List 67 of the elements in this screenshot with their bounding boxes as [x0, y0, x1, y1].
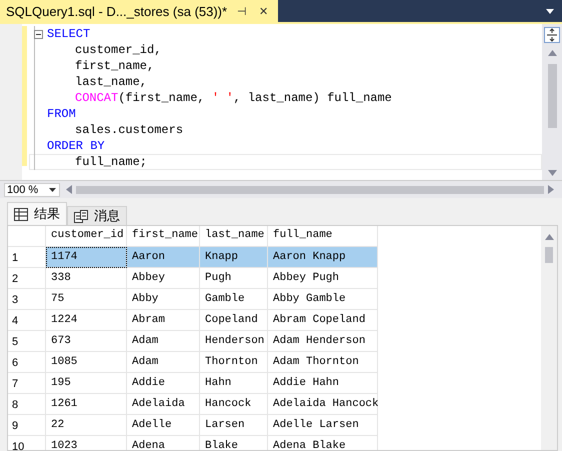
code-line: customer_id,	[75, 43, 162, 57]
table-cell: 673	[46, 331, 127, 352]
table-cell: 1261	[46, 394, 127, 415]
table-cell: Abbey	[127, 268, 200, 289]
scroll-up-icon[interactable]	[544, 234, 554, 240]
table-cell: Adelle	[127, 415, 200, 436]
document-icon	[74, 210, 88, 222]
table-cell: Abby Gamble	[268, 289, 378, 310]
table-cell: 338	[46, 268, 127, 289]
code-line: FROM	[47, 107, 76, 121]
zoom-dropdown[interactable]: 100 %	[4, 182, 60, 196]
close-button[interactable]: ✕	[257, 4, 270, 18]
code-line: SELECT	[47, 27, 90, 41]
table-cell: Henderson	[200, 331, 268, 352]
scroll-up-icon[interactable]	[548, 50, 556, 56]
table-cell: Adam Thornton	[268, 352, 378, 373]
table-cell: Pugh	[200, 268, 268, 289]
document-title: SQLQuery1.sql - D..._stores (sa (53))*	[6, 4, 228, 18]
code-line: first_name,	[75, 59, 154, 73]
result-tab[interactable]: 结果	[7, 202, 67, 225]
table-cell: Aaron Knapp	[268, 247, 378, 268]
pin-button[interactable]: ⊣	[235, 4, 250, 18]
table-cell: Gamble	[200, 289, 268, 310]
table-cell: Abby	[127, 289, 200, 310]
scrollbar-thumb[interactable]	[545, 247, 553, 263]
table-cell: Adelaida	[127, 394, 200, 415]
table-cell: Adelle Larsen	[268, 415, 378, 436]
table-cell: Copeland	[200, 310, 268, 331]
code-line: full_name;	[75, 155, 148, 169]
table-cell: Abram	[127, 310, 200, 331]
table-cell: 22	[46, 415, 127, 436]
table-cell: Adelaida Hancock	[268, 394, 378, 415]
table-cell: Addie	[127, 373, 200, 394]
collapse-icon[interactable]	[34, 30, 42, 38]
table-cell: 195	[46, 373, 127, 394]
scrollbar-thumb[interactable]	[76, 186, 544, 194]
table-cell: Larsen	[200, 415, 268, 436]
table-cell: Addie Hahn	[268, 373, 378, 394]
table-cell: Adam	[127, 331, 200, 352]
table-cell: 1224	[46, 310, 127, 331]
table-cell: Aaron	[127, 247, 200, 268]
code-line: last_name,	[75, 75, 148, 89]
corner-cell	[8, 226, 46, 247]
grid-icon	[14, 208, 28, 220]
table-cell: 1174	[46, 247, 127, 268]
table-cell: Thornton	[200, 352, 268, 373]
table-cell: Abbey Pugh	[268, 268, 378, 289]
table-cell: Adam	[127, 352, 200, 373]
table-cell: 75	[46, 289, 127, 310]
code-line: CONCAT(first_name, ' ', last_name) full_name	[75, 91, 392, 105]
scroll-right-icon[interactable]	[548, 185, 554, 194]
table-cell: Hancock	[200, 394, 268, 415]
split-icon[interactable]	[544, 27, 560, 43]
result-tab[interactable]: 消息	[67, 206, 127, 225]
code-line: ORDER BY	[47, 139, 105, 153]
scroll-left-icon[interactable]	[66, 185, 72, 194]
dropdown-icon[interactable]	[546, 8, 554, 14]
table-cell: Adam Henderson	[268, 331, 378, 352]
document-tab[interactable]: SQLQuery1.sql - D..._stores (sa (53))* ⊣ ✕	[0, 0, 278, 22]
table-cell: Abram Copeland	[268, 310, 378, 331]
scrollbar-thumb[interactable]	[548, 64, 556, 128]
table-cell: Hahn	[200, 373, 268, 394]
code-line: sales.customers	[75, 123, 184, 137]
scroll-down-icon[interactable]	[548, 170, 556, 176]
table-cell: 1085	[46, 352, 127, 373]
table-cell: Knapp	[200, 247, 268, 268]
caret-icon[interactable]	[49, 188, 56, 192]
